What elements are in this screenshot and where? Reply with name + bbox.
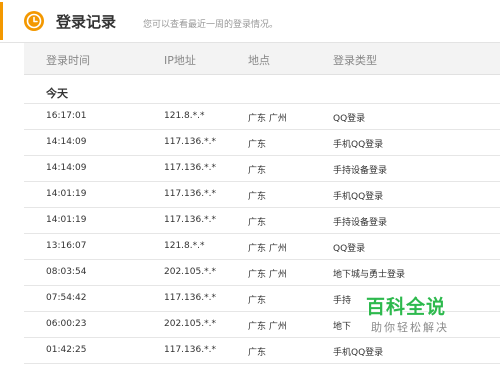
cell-ip: 117.136.*.*: [164, 293, 216, 303]
cell-location: 广东: [248, 166, 267, 176]
cell-ip: 117.136.*.*: [164, 345, 216, 355]
cell-login-type: 手持设备登录: [333, 218, 388, 228]
group-label-today: 今天: [46, 87, 68, 100]
cell-ip: 117.136.*.*: [164, 189, 216, 199]
column-header-location: 地点: [248, 54, 270, 67]
cell-time: 14:14:09: [46, 137, 87, 147]
cell-login-type: QQ登录: [333, 114, 366, 124]
cell-location: 广东: [248, 296, 267, 306]
cell-time: 16:17:01: [46, 111, 87, 121]
cell-location: 广东 广州: [248, 114, 287, 124]
cell-ip: 117.136.*.*: [164, 137, 216, 147]
cell-time: 06:00:23: [46, 319, 87, 329]
cell-ip: 117.136.*.*: [164, 215, 216, 225]
login-records-table: 登录时间 IP地址 地点 登录类型 今天 16:17:01 121.8.*.* …: [24, 43, 500, 367]
cell-time: 14:01:19: [46, 189, 87, 199]
cell-location: 广东 广州: [248, 322, 287, 332]
header-accent-bar: [0, 2, 3, 40]
cell-login-type: 手机QQ登录: [333, 192, 384, 202]
page-description: 您可以查看最近一周的登录情况。: [143, 20, 279, 30]
cell-location: 广东: [248, 348, 267, 358]
cell-location: 广东 广州: [248, 270, 287, 280]
cell-ip: 121.8.*.*: [164, 241, 205, 251]
cell-ip: 202.105.*.*: [164, 267, 216, 277]
table-row: 14:01:19 117.136.*.* 广东 手机QQ登录: [24, 182, 500, 208]
cell-time: 13:16:07: [46, 241, 87, 251]
column-header-ip: IP地址: [164, 54, 196, 67]
cell-login-type: 地下: [333, 322, 352, 332]
clock-icon: [24, 11, 44, 31]
cell-login-type: 手持: [333, 296, 352, 306]
table-row: 16:17:01 121.8.*.* 广东 广州 QQ登录: [24, 104, 500, 130]
cell-time: 14:14:09: [46, 163, 87, 173]
cell-location: 广东: [248, 192, 267, 202]
cell-login-type: 地下城与勇士登录: [333, 270, 406, 280]
cell-login-type: 手机QQ登录: [333, 348, 384, 358]
table-body: 16:17:01 121.8.*.* 广东 广州 QQ登录 14:14:09 1…: [24, 104, 500, 364]
table-row: 06:00:23 202.105.*.* 广东 广州 地下: [24, 312, 500, 338]
cell-time: 14:01:19: [46, 215, 87, 225]
table-row: 14:14:09 117.136.*.* 广东 手持设备登录: [24, 156, 500, 182]
page-header: 登录记录 您可以查看最近一周的登录情况。: [0, 0, 500, 42]
cell-location: 广东 广州: [248, 244, 287, 254]
page-title: 登录记录: [56, 13, 117, 31]
cell-location: 广东: [248, 140, 267, 150]
cell-time: 08:03:54: [46, 267, 87, 277]
table-row: 14:14:09 117.136.*.* 广东 手机QQ登录: [24, 130, 500, 156]
cell-time: 07:54:42: [46, 293, 87, 303]
cell-ip: 202.105.*.*: [164, 319, 216, 329]
table-row: 01:42:25 117.136.*.* 广东 手机QQ登录: [24, 338, 500, 364]
cell-login-type: QQ登录: [333, 244, 366, 254]
cell-location: 广东: [248, 218, 267, 228]
table-row: 14:01:19 117.136.*.* 广东 手持设备登录: [24, 208, 500, 234]
column-header-time: 登录时间: [46, 54, 90, 67]
table-header: 登录时间 IP地址 地点 登录类型: [24, 43, 500, 75]
table-row: 07:54:42 117.136.*.* 广东 手持: [24, 286, 500, 312]
cell-ip: 121.8.*.*: [164, 111, 205, 121]
cell-login-type: 手持设备登录: [333, 166, 388, 176]
cell-ip: 117.136.*.*: [164, 163, 216, 173]
cell-time: 01:42:25: [46, 345, 87, 355]
table-row: 13:16:07 121.8.*.* 广东 广州 QQ登录: [24, 234, 500, 260]
column-header-login-type: 登录类型: [333, 54, 377, 67]
cell-login-type: 手机QQ登录: [333, 140, 384, 150]
table-row: 08:03:54 202.105.*.* 广东 广州 地下城与勇士登录: [24, 260, 500, 286]
